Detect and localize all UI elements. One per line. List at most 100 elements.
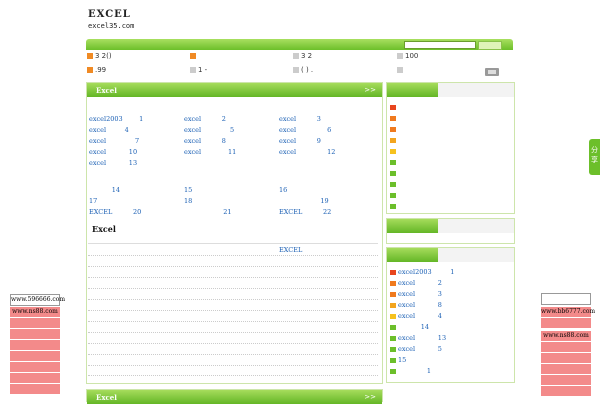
article-link[interactable]: excel 13	[89, 159, 137, 167]
article-link[interactable]: 18	[184, 197, 192, 205]
article-link[interactable]: excel 11	[184, 148, 236, 156]
list-item[interactable]: excel 5	[398, 345, 442, 353]
article-link[interactable]: excel2003 1	[89, 115, 143, 123]
article-link[interactable]: 21	[184, 208, 231, 216]
quick-link[interactable]	[190, 52, 198, 60]
rank-badge	[390, 358, 396, 363]
ad-banner[interactable]	[10, 317, 60, 328]
logo-text: EXCEL	[88, 9, 131, 20]
ad-banner[interactable]	[541, 341, 591, 352]
divider	[88, 243, 378, 244]
list-item[interactable]: 14	[398, 323, 429, 331]
article-link[interactable]: excel 10	[89, 148, 137, 156]
ad-banner[interactable]	[541, 385, 591, 396]
panel-header	[387, 219, 438, 233]
list-item[interactable]: excel 4	[398, 312, 442, 320]
rank-badge	[390, 270, 396, 275]
right-panel-middle	[386, 218, 515, 244]
search-button[interactable]	[478, 41, 502, 50]
article-link[interactable]: excel 5	[184, 126, 234, 134]
quick-link[interactable]: ( ) .	[293, 66, 313, 74]
ad-banner[interactable]	[10, 372, 60, 383]
rank-badge	[390, 149, 396, 154]
divider	[88, 299, 378, 300]
quick-link[interactable]	[397, 66, 405, 74]
ad-banner[interactable]	[541, 363, 591, 374]
divider	[88, 365, 378, 366]
rank-badge	[390, 105, 396, 110]
bullet-icon	[293, 53, 299, 59]
article-link[interactable]: excel 6	[279, 126, 331, 134]
ad-banner[interactable]: www.ns88.com	[10, 306, 60, 317]
ad-link[interactable]	[541, 293, 591, 305]
bullet-icon	[190, 53, 196, 59]
rank-badge	[390, 325, 396, 330]
bottom-article-panel: Excel >>	[86, 389, 383, 404]
list-item[interactable]: 15	[398, 356, 406, 364]
quick-link[interactable]: 3 2	[293, 52, 312, 60]
rank-badge	[390, 204, 396, 209]
divider	[88, 354, 378, 355]
quick-link[interactable]: 100	[397, 52, 418, 60]
list-item[interactable]: excel2003 1	[398, 268, 454, 276]
article-link[interactable]: excel 12	[279, 148, 335, 156]
message-icon[interactable]	[485, 68, 499, 76]
ad-banner[interactable]	[541, 317, 591, 328]
article-link[interactable]: excel 2	[184, 115, 226, 123]
logo-domain: excel35.com	[88, 22, 135, 30]
rank-badge	[390, 347, 396, 352]
article-link[interactable]: 16	[279, 186, 287, 194]
divider	[88, 255, 378, 256]
search-input[interactable]	[404, 41, 476, 49]
ad-banner[interactable]	[10, 350, 60, 361]
ad-banner[interactable]	[10, 339, 60, 350]
article-link[interactable]: excel 4	[89, 126, 129, 134]
article-link[interactable]: excel 3	[279, 115, 321, 123]
article-link[interactable]: excel 9	[279, 137, 321, 145]
share-tab[interactable]: 分享	[589, 139, 600, 175]
panel-header-rest	[438, 83, 514, 97]
article-link[interactable]: 15	[184, 186, 192, 194]
article-link[interactable]: EXCEL 22	[279, 208, 331, 216]
article-link[interactable]: EXCEL 20	[89, 208, 141, 216]
article-link[interactable]: excel 7	[89, 137, 139, 145]
bullet-icon	[190, 67, 196, 73]
divider	[88, 321, 378, 322]
main-article-panel: Excel >>	[86, 82, 383, 384]
ad-banner[interactable]: www.ns88.com	[541, 330, 591, 341]
ad-link[interactable]: www.596666.com	[10, 294, 65, 306]
list-item[interactable]: excel 2	[398, 279, 442, 287]
top-nav-bar	[86, 39, 513, 50]
article-link[interactable]: EXCEL	[279, 246, 302, 254]
rank-badge	[390, 336, 396, 341]
site-logo[interactable]: EXCEL excel35.com	[88, 10, 148, 36]
ad-banner[interactable]	[10, 328, 60, 339]
more-link[interactable]: >>	[364, 86, 376, 94]
list-item[interactable]: excel 8	[398, 301, 442, 309]
ad-banner[interactable]	[10, 383, 60, 394]
divider	[88, 375, 378, 376]
panel-title: Excel	[96, 86, 117, 95]
bullet-icon	[293, 67, 299, 73]
list-item[interactable]: excel 13	[398, 334, 446, 342]
quick-link[interactable]: 3 2()	[87, 52, 112, 60]
panel-header: Excel >>	[87, 83, 382, 97]
list-item[interactable]: excel 3	[398, 290, 442, 298]
ad-banner[interactable]	[541, 374, 591, 385]
article-link[interactable]: 17	[89, 197, 97, 205]
panel-header	[387, 248, 438, 262]
ad-banner[interactable]	[10, 361, 60, 372]
article-link[interactable]: excel 8	[184, 137, 226, 145]
ad-banner[interactable]	[541, 352, 591, 363]
quick-link[interactable]: .99	[87, 66, 106, 74]
ad-banner[interactable]: www.bb6777.com	[541, 306, 595, 317]
rank-badge	[390, 314, 396, 319]
bullet-icon	[87, 67, 93, 73]
list-item[interactable]: 1	[398, 367, 431, 375]
section-title: Excel	[92, 224, 116, 234]
quick-link[interactable]: 1 -	[190, 66, 207, 74]
article-link[interactable]: 19	[279, 197, 328, 205]
divider	[88, 310, 378, 311]
article-link[interactable]: 14	[89, 186, 120, 194]
panel-title: Excel	[96, 393, 117, 402]
